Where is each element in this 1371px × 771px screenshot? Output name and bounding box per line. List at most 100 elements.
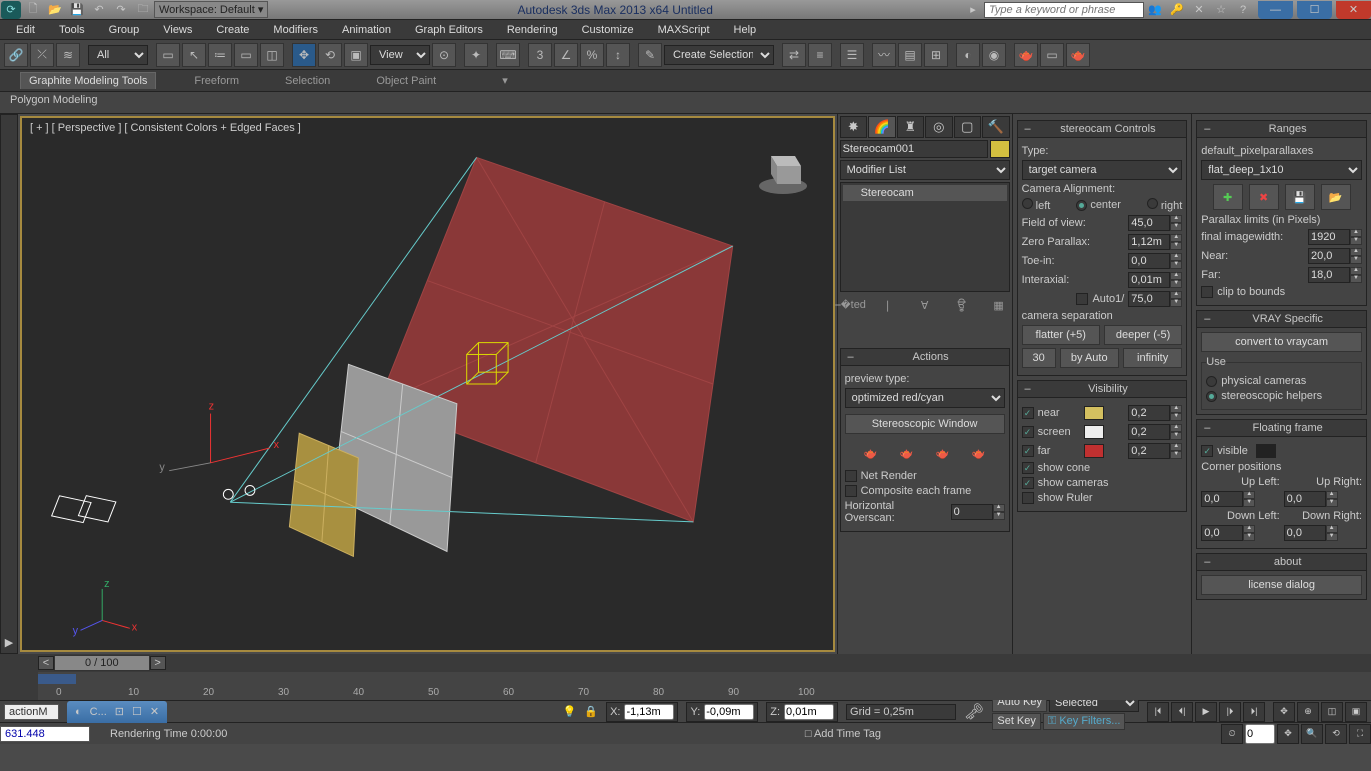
help-icon[interactable]: ?	[1233, 1, 1253, 19]
teapot-redcyan-icon[interactable]: 🫖	[892, 440, 922, 466]
dopesheet-icon[interactable]: ▤	[898, 43, 922, 67]
menu-group[interactable]: Group	[97, 22, 152, 38]
auto-check[interactable]	[1076, 293, 1088, 305]
far-check[interactable]: ✓	[1022, 445, 1034, 457]
redo-icon[interactable]: ↷	[111, 1, 131, 19]
remove-mod-icon[interactable]: ਊ	[953, 296, 971, 314]
timeconfig-icon[interactable]: ⏲	[1221, 724, 1243, 744]
ur-spinner[interactable]	[1284, 491, 1326, 507]
tab-graphite[interactable]: Graphite Modeling Tools	[20, 72, 156, 89]
netrender-check[interactable]	[845, 470, 857, 482]
nav-arc-icon[interactable]: ⟲	[1325, 724, 1347, 744]
time-prev-button[interactable]: <	[38, 656, 54, 670]
panel-util-icon[interactable]: 🔨	[982, 116, 1010, 138]
screen-color[interactable]	[1084, 425, 1104, 439]
task-max-icon[interactable]: ☐	[132, 705, 142, 718]
unlink-icon[interactable]: ⤫	[30, 43, 54, 67]
infinity-button[interactable]: infinity	[1123, 348, 1182, 368]
near-color[interactable]	[1084, 406, 1104, 420]
object-color-swatch[interactable]	[990, 140, 1010, 158]
selection-filter[interactable]: All	[88, 45, 148, 65]
anglesnap-icon[interactable]: ∠	[554, 43, 578, 67]
clip-check[interactable]	[1201, 286, 1213, 298]
menu-edit[interactable]: Edit	[4, 22, 47, 38]
vis-toggle[interactable]: –	[1022, 383, 1034, 395]
menu-modifiers[interactable]: Modifiers	[261, 22, 330, 38]
script-result[interactable]	[0, 726, 90, 742]
window-cross-icon[interactable]: ◫	[260, 43, 284, 67]
rendersetup-icon[interactable]: 🫖	[1014, 43, 1038, 67]
next-frame-icon[interactable]: |⏵	[1219, 702, 1241, 722]
search-input[interactable]	[984, 2, 1144, 18]
ul-spinner[interactable]	[1201, 491, 1243, 507]
unique-icon[interactable]: ∀	[916, 296, 934, 314]
pin-stack-icon[interactable]: ⎯�ted	[842, 296, 860, 314]
dr-spinner[interactable]	[1284, 525, 1326, 541]
named-selset[interactable]: Create Selection Se	[664, 45, 774, 65]
undo-icon[interactable]: ↶	[89, 1, 109, 19]
ia-spinner[interactable]	[1128, 272, 1170, 288]
menu-views[interactable]: Views	[151, 22, 204, 38]
tab-freeform[interactable]: Freeform	[186, 73, 247, 89]
nav-zoomall-icon[interactable]: ▣	[1345, 702, 1367, 722]
panel-motion-icon[interactable]: ◎	[925, 116, 953, 138]
scale-icon[interactable]: ▣	[344, 43, 368, 67]
far-color[interactable]	[1084, 444, 1104, 458]
nav-fov-icon[interactable]: ◫	[1321, 702, 1343, 722]
key-big-icon[interactable]: 🗝	[964, 702, 984, 722]
screen-check[interactable]: ✓	[1022, 426, 1034, 438]
menu-tools[interactable]: Tools	[47, 22, 97, 38]
menu-customize[interactable]: Customize	[570, 22, 646, 38]
y-input[interactable]	[704, 704, 754, 720]
hoverscan-spinner[interactable]	[951, 504, 993, 520]
vrayconvert-button[interactable]: convert to vraycam	[1201, 332, 1362, 352]
nav-maxview-icon[interactable]: ⛶	[1349, 724, 1371, 744]
viewport-perspective[interactable]: [ + ] [ Perspective ] [ Consistent Color…	[20, 116, 835, 652]
ribbon-dropdown-icon[interactable]: ▾	[494, 72, 516, 89]
z-input[interactable]	[784, 704, 834, 720]
ruler-check[interactable]	[1022, 492, 1034, 504]
camtype-dropdown[interactable]: target camera	[1022, 160, 1183, 180]
schematic-icon[interactable]: ⊞	[924, 43, 948, 67]
panel-display-icon[interactable]: ▢	[954, 116, 982, 138]
viewport-expand-button[interactable]: ▶	[0, 114, 18, 654]
spinnersnap-icon[interactable]: ↕	[606, 43, 630, 67]
auto-spinner[interactable]	[1128, 291, 1170, 307]
deeper-button[interactable]: deeper (-5)	[1104, 325, 1182, 345]
add-preset-button[interactable]: ✚	[1213, 184, 1243, 210]
stack-item-stereocam[interactable]: Stereocam	[843, 185, 1007, 201]
task-restore-icon[interactable]: ⊡	[115, 705, 124, 718]
minimize-button[interactable]: —	[1258, 1, 1293, 19]
setkey-button[interactable]: Set Key	[992, 713, 1041, 730]
select-icon[interactable]: ▭	[156, 43, 180, 67]
task-tab[interactable]: ◐ C... ⊡ ☐ ✕	[67, 701, 167, 723]
farpx-spinner[interactable]	[1308, 267, 1350, 283]
save-preset-button[interactable]: 💾	[1285, 184, 1315, 210]
panel-hierarchy-icon[interactable]: ♜	[897, 116, 925, 138]
load-preset-button[interactable]: 📂	[1321, 184, 1351, 210]
align-right-radio[interactable]	[1147, 198, 1158, 209]
goto-end-icon[interactable]: ⏵|	[1243, 702, 1265, 722]
menu-animation[interactable]: Animation	[330, 22, 403, 38]
panel-create-icon[interactable]: ✸	[840, 116, 868, 138]
helpers-radio[interactable]	[1206, 391, 1217, 402]
object-name-input[interactable]	[840, 140, 988, 158]
script-input[interactable]	[4, 704, 59, 720]
key-icon[interactable]: 🔑	[1167, 1, 1187, 19]
stereo-toggle[interactable]: –	[1022, 123, 1034, 135]
tab-objectpaint[interactable]: Object Paint	[368, 73, 444, 89]
cams-check[interactable]: ✓	[1022, 477, 1034, 489]
visible-check[interactable]: ✓	[1201, 445, 1213, 457]
nearpx-spinner[interactable]	[1308, 248, 1350, 264]
zp-spinner[interactable]	[1128, 234, 1170, 250]
menu-grapheditors[interactable]: Graph Editors	[403, 22, 495, 38]
snap3-icon[interactable]: 3	[528, 43, 552, 67]
layers-icon[interactable]: ☰	[840, 43, 864, 67]
keymode-icon[interactable]: ⌨	[496, 43, 520, 67]
phys-radio[interactable]	[1206, 376, 1217, 387]
workspace-dropdown[interactable]: Workspace: Default ▾	[154, 1, 268, 18]
time-ruler[interactable]: 0 10 20 30 40 50 60 70 80 90 100	[38, 672, 1371, 700]
select-region-icon[interactable]: ▭	[234, 43, 258, 67]
align-icon[interactable]: ≡	[808, 43, 832, 67]
tab-selection[interactable]: Selection	[277, 73, 338, 89]
